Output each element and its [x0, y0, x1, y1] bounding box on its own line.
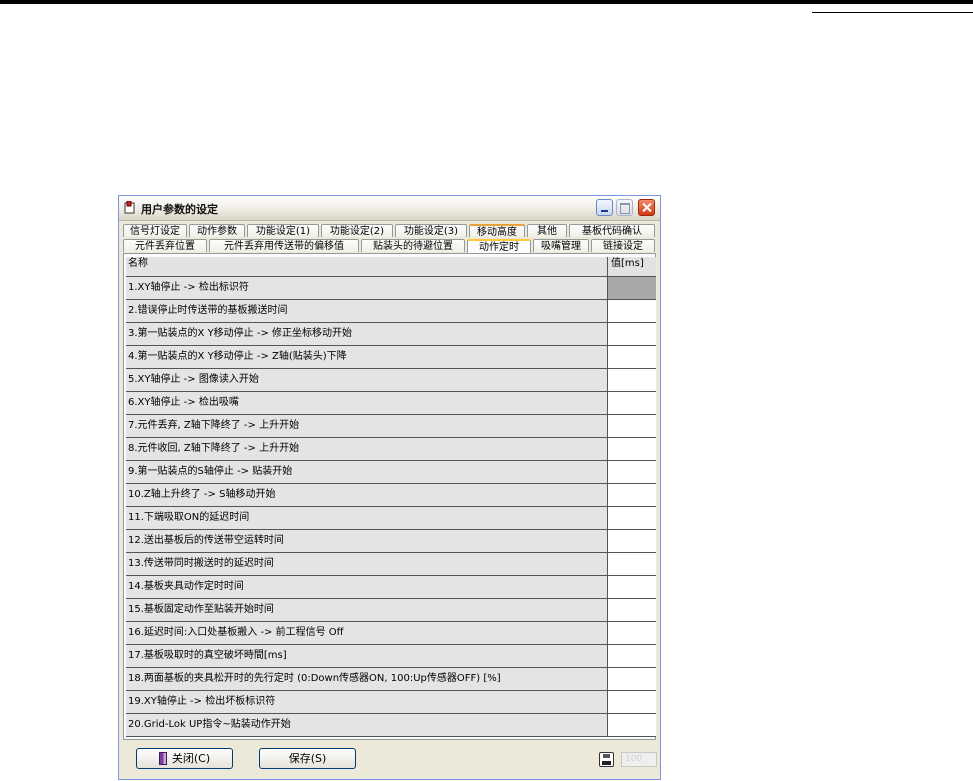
row-name: 17.基板吸取时的真空破坏時間[ms] [126, 645, 608, 667]
table-row[interactable]: 14.基板夹具动作定时时间 [126, 576, 656, 599]
maximize-button[interactable] [616, 199, 633, 216]
table-row[interactable]: 18.两面基板的夹具松开时的先行定时 (0:Down传感器ON, 100:Up传… [126, 668, 656, 691]
tab-function-2[interactable]: 功能设定(2) [321, 224, 393, 237]
table-row[interactable]: 11.下端吸取ON的延迟时间 [126, 507, 656, 530]
row-value-input[interactable] [608, 415, 656, 437]
minimize-button[interactable] [596, 199, 613, 216]
tab-link-settings[interactable]: 链接设定 [591, 239, 655, 252]
table-row[interactable]: 5.XY轴停止 -> 图像读入开始 [126, 369, 656, 392]
row-name: 1.XY轴停止 -> 检出标识符 [126, 277, 608, 299]
row-name: 15.基板固定动作至贴装开始时间 [126, 599, 608, 621]
row-value-input[interactable] [608, 645, 656, 667]
save-button-label: 保存(S) [288, 752, 327, 765]
table-row[interactable]: 19.XY轴停止 -> 检出坏板标识符 [126, 691, 656, 714]
bottom-bar: 关闭(C) 保存(S) 100 [123, 745, 657, 776]
tab-motion-params[interactable]: 动作参数 [189, 224, 245, 237]
table-row[interactable]: 9.第一贴装点的S轴停止 -> 贴装开始 [126, 461, 656, 484]
tab-function-1[interactable]: 功能设定(1) [247, 224, 319, 237]
row-name: 2.错误停止时传送带的基板搬送时间 [126, 300, 608, 322]
row-value-input[interactable] [608, 323, 656, 345]
table-row[interactable]: 1.XY轴停止 -> 检出标识符 [126, 277, 656, 300]
table-row[interactable]: 20.Grid-Lok UP指令~贴装动作开始 [126, 714, 656, 737]
row-name: 9.第一贴装点的S轴停止 -> 贴装开始 [126, 461, 608, 483]
row-name: 8.元件收回, Z轴下降终了 -> 上升开始 [126, 438, 608, 460]
row-name: 4.第一贴装点的X Y移动停止 -> Z轴(贴装头)下降 [126, 346, 608, 368]
row-value-input[interactable] [608, 369, 656, 391]
table-row[interactable]: 2.错误停止时传送带的基板搬送时间 [126, 300, 656, 323]
row-name: 7.元件丢弃, Z轴下降终了 -> 上升开始 [126, 415, 608, 437]
tab-move-height[interactable]: 移动高度 [469, 224, 525, 238]
row-name: 12.送出基板后的传送带空运转时间 [126, 530, 608, 552]
close-window-button[interactable] [638, 199, 655, 216]
tab-motion-timing[interactable]: 动作定时 [467, 239, 531, 253]
column-header-name: 名称 [126, 257, 608, 276]
row-value-input[interactable] [608, 277, 656, 299]
top-rule [0, 0, 973, 4]
tab-head-retreat[interactable]: 贴装头的待避位置 [361, 239, 465, 252]
table-row[interactable]: 17.基板吸取时的真空破坏時間[ms] [126, 645, 656, 668]
tab-discard-conveyor-offset[interactable]: 元件丢弃用传送带的偏移值 [209, 239, 359, 252]
close-button-label: 关闭(C) [171, 752, 211, 765]
row-name: 16.延迟时间:入口处基板搬入 -> 前工程信号 Off [126, 622, 608, 644]
row-value-input[interactable] [608, 530, 656, 552]
row-value-input[interactable] [608, 484, 656, 506]
row-value-input[interactable] [608, 691, 656, 713]
column-header-value: 值[ms] [608, 257, 656, 276]
table-row[interactable]: 7.元件丢弃, Z轴下降终了 -> 上升开始 [126, 415, 656, 438]
tab-function-3[interactable]: 功能设定(3) [395, 224, 467, 237]
save-button[interactable]: 保存(S) [259, 748, 356, 769]
row-value-input[interactable] [608, 507, 656, 529]
row-name: 10.Z轴上升终了 -> S轴移动开始 [126, 484, 608, 506]
row-value-input[interactable] [608, 622, 656, 644]
table-row[interactable]: 13.传送带同时搬送时的延迟时间 [126, 553, 656, 576]
row-name: 3.第一贴装点的X Y移动停止 -> 修正坐标移动开始 [126, 323, 608, 345]
table-row[interactable]: 3.第一贴装点的X Y移动停止 -> 修正坐标移动开始 [126, 323, 656, 346]
table-header: 名称 值[ms] [126, 257, 656, 277]
row-name: 5.XY轴停止 -> 图像读入开始 [126, 369, 608, 391]
tab-board-code[interactable]: 基板代码确认 [569, 224, 655, 237]
status-box: 100 [621, 752, 657, 767]
tab-signal-light[interactable]: 信号灯设定 [123, 224, 187, 237]
door-icon [158, 752, 167, 765]
row-name: 18.两面基板的夹具松开时的先行定时 (0:Down传感器ON, 100:Up传… [126, 668, 608, 690]
row-value-input[interactable] [608, 714, 656, 736]
save-disk-icon[interactable] [599, 752, 614, 767]
row-value-input[interactable] [608, 300, 656, 322]
row-name: 14.基板夹具动作定时时间 [126, 576, 608, 598]
row-name: 20.Grid-Lok UP指令~贴装动作开始 [126, 714, 608, 736]
table-row[interactable]: 12.送出基板后的传送带空运转时间 [126, 530, 656, 553]
row-name: 13.传送带同时搬送时的延迟时间 [126, 553, 608, 575]
title-bar[interactable]: 用户参数的设定 [119, 196, 660, 221]
row-value-input[interactable] [608, 599, 656, 621]
table-row[interactable]: 4.第一贴装点的X Y移动停止 -> Z轴(贴装头)下降 [126, 346, 656, 369]
row-value-input[interactable] [608, 438, 656, 460]
row-name: 19.XY轴停止 -> 检出坏板标识符 [126, 691, 608, 713]
row-name: 11.下端吸取ON的延迟时间 [126, 507, 608, 529]
row-value-input[interactable] [608, 346, 656, 368]
row-name: 6.XY轴停止 -> 检出吸嘴 [126, 392, 608, 414]
tab-other[interactable]: 其他 [527, 224, 567, 237]
tab-discard-position[interactable]: 元件丢弃位置 [123, 239, 207, 252]
row-value-input[interactable] [608, 668, 656, 690]
table-row[interactable]: 6.XY轴停止 -> 检出吸嘴 [126, 392, 656, 415]
timing-table: 名称 值[ms] 1.XY轴停止 -> 检出标识符 2.错误停止时传送带的基板搬… [126, 257, 656, 737]
top-rule-right [812, 12, 973, 13]
tab-nozzle-management[interactable]: 吸嘴管理 [533, 239, 589, 252]
table-row[interactable]: 16.延迟时间:入口处基板搬入 -> 前工程信号 Off [126, 622, 656, 645]
table-row[interactable]: 10.Z轴上升终了 -> S轴移动开始 [126, 484, 656, 507]
table-row[interactable]: 15.基板固定动作至贴装开始时间 [126, 599, 656, 622]
tab-panel: 名称 值[ms] 1.XY轴停止 -> 检出标识符 2.错误停止时传送带的基板搬… [123, 253, 656, 740]
row-value-input[interactable] [608, 553, 656, 575]
close-button[interactable]: 关闭(C) [136, 748, 233, 769]
table-row[interactable]: 8.元件收回, Z轴下降终了 -> 上升开始 [126, 438, 656, 461]
window-title: 用户参数的设定 [141, 203, 218, 216]
row-value-input[interactable] [608, 576, 656, 598]
user-parameter-dialog: 用户参数的设定 信号灯设定 动作参数 功能设定(1) 功能设定(2) 功能设定(… [118, 195, 661, 780]
row-value-input[interactable] [608, 392, 656, 414]
row-value-input[interactable] [608, 461, 656, 483]
app-icon [124, 200, 136, 214]
